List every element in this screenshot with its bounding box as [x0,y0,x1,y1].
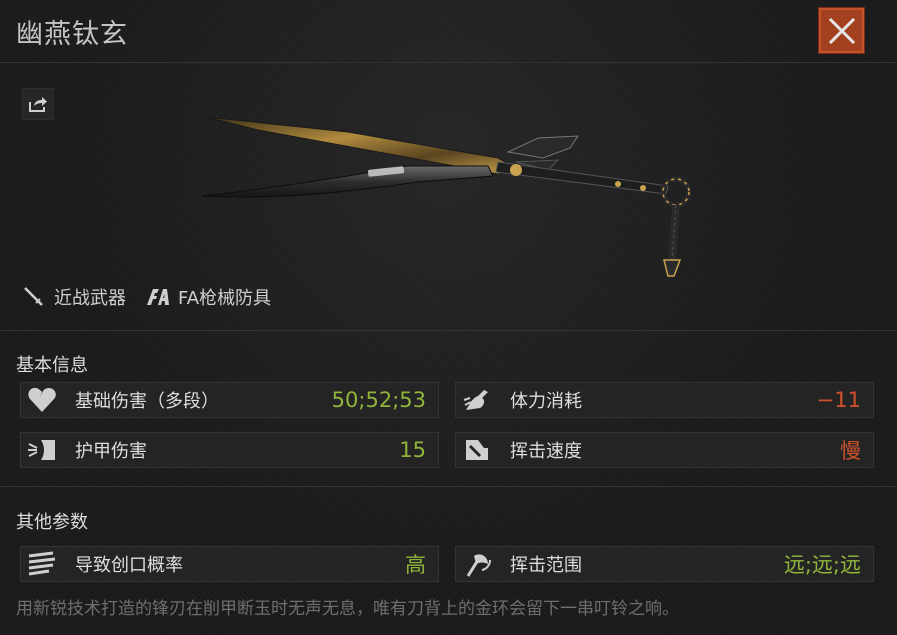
broken-heart-icon [23,383,61,417]
stat-bleed-chance: 导致创口概率 高 [20,546,439,582]
stat-swing-speed: 挥击速度 慢 [455,432,874,468]
background [0,0,897,635]
other-params-heading: 其他参数 [16,512,88,533]
tag-melee-label: 近战武器 [54,288,126,309]
stat-label: 体力消耗 [510,391,582,412]
item-title: 幽燕钛玄 [16,19,128,50]
stat-stamina-cost: 体力消耗 −11 [455,382,874,418]
item-description: 用新锐技术打造的锋刃在削甲断玉时无声无息，唯有刀背上的金环会留下一串叮铃之响。 [16,599,679,619]
stat-value: 15 [399,438,426,462]
stat-swing-range: 挥击范围 远;远;远 [455,546,874,582]
axe-range-icon [458,547,496,581]
fa-brand-icon [147,289,169,305]
armor-damage-icon [23,433,61,467]
tag-brand-label: FA枪械防具 [178,288,272,309]
stat-value: 远;远;远 [783,553,861,577]
weapon-image [201,116,692,277]
stat-base-damage: 基础伤害（多段） 50;52;53 [20,382,439,418]
stat-value: 50;52;53 [331,388,426,412]
stat-armor-damage: 护甲伤害 15 [20,432,439,468]
bleed-chance-icon [23,547,61,581]
melee-weapon-icon [24,287,43,306]
divider [0,330,897,331]
stat-label: 导致创口概率 [75,555,183,576]
divider [0,486,897,487]
basic-info-heading: 基本信息 [16,355,88,376]
stat-value: −11 [816,388,861,412]
share-button[interactable] [22,88,54,120]
tag-melee: 近战武器 [22,284,126,310]
tag-brand: FA枪械防具 [146,284,271,310]
stat-label: 基础伤害（多段） [75,391,219,412]
close-icon [828,17,855,44]
share-icon [29,97,47,112]
close-button[interactable] [818,7,865,54]
swing-speed-icon [458,433,496,467]
header: 幽燕钛玄 [0,0,897,63]
stamina-icon [458,383,496,417]
stat-value: 慢 [840,439,861,463]
stat-value: 高 [405,553,426,577]
stat-label: 护甲伤害 [75,441,147,462]
stat-label: 挥击速度 [510,441,582,462]
stat-label: 挥击范围 [510,555,582,576]
tag-row: 近战武器 FA枪械防具 [22,284,271,310]
